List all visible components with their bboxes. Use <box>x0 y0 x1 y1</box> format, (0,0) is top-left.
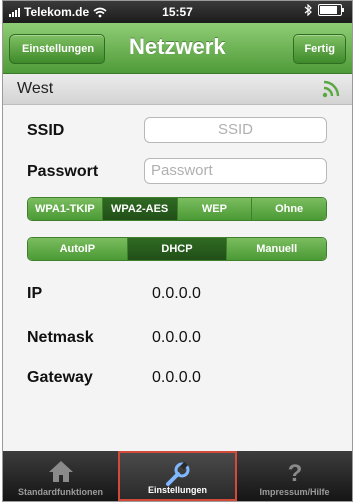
section-header: West <box>3 74 352 105</box>
ip-value: 0.0.0.0 <box>152 285 201 302</box>
segment-manuell[interactable]: Manuell <box>227 238 326 260</box>
tab-label: Impressum/Hilfe <box>259 487 330 497</box>
ssid-input[interactable]: SSID <box>144 117 327 143</box>
segment-wpa1-tkip[interactable]: WPA1-TKIP <box>28 198 103 220</box>
page-title: Netzwerk <box>129 34 226 59</box>
tab-impressum-hilfe[interactable]: ? Impressum/Hilfe <box>237 451 352 501</box>
segment-autoip[interactable]: AutoIP <box>28 238 128 260</box>
navigation-bar: Einstellungen Netzwerk Fertig <box>3 23 352 74</box>
gateway-value: 0.0.0.0 <box>152 369 201 386</box>
tab-bar: Standardfunktionen Einstellungen ? Impre… <box>3 451 352 501</box>
tab-label: Einstellungen <box>147 485 207 495</box>
tab-label: Standardfunktionen <box>18 487 103 497</box>
password-input[interactable]: Passwort <box>144 158 327 184</box>
rss-signal-icon <box>322 80 340 98</box>
tab-standardfunktionen[interactable]: Standardfunktionen <box>3 451 118 501</box>
segment-ohne[interactable]: Ohne <box>252 198 326 220</box>
question-icon: ? <box>287 460 302 485</box>
gateway-label: Gateway <box>27 369 93 386</box>
home-icon <box>48 461 73 482</box>
ssid-label: SSID <box>27 122 65 139</box>
status-time: 15:57 <box>162 5 193 19</box>
segment-wpa2-aes[interactable]: WPA2-AES <box>102 198 178 220</box>
done-button[interactable]: Fertig <box>293 34 346 64</box>
password-label: Passwort <box>27 163 99 180</box>
netmask-value: 0.0.0.0 <box>152 329 201 346</box>
segment-wep[interactable]: WEP <box>177 198 253 220</box>
tab-einstellungen[interactable]: Einstellungen <box>118 451 237 501</box>
addressing-segmented-control: AutoIP DHCP Manuell <box>27 237 327 261</box>
svg-text:?: ? <box>287 460 302 485</box>
battery-icon <box>318 4 344 16</box>
back-button[interactable]: Einstellungen <box>9 34 106 64</box>
segment-dhcp[interactable]: DHCP <box>127 238 228 260</box>
security-segmented-control: WPA1-TKIP WPA2-AES WEP Ohne <box>27 197 327 221</box>
phone-screen: Telekom.de 15:57 Einstellungen Netzwerk … <box>2 0 353 502</box>
netmask-label: Netmask <box>27 329 94 346</box>
status-bar: Telekom.de 15:57 <box>3 1 352 23</box>
ip-label: IP <box>27 285 43 302</box>
section-title: West <box>17 80 54 97</box>
bluetooth-icon <box>304 4 312 16</box>
wrench-icon <box>165 461 189 486</box>
